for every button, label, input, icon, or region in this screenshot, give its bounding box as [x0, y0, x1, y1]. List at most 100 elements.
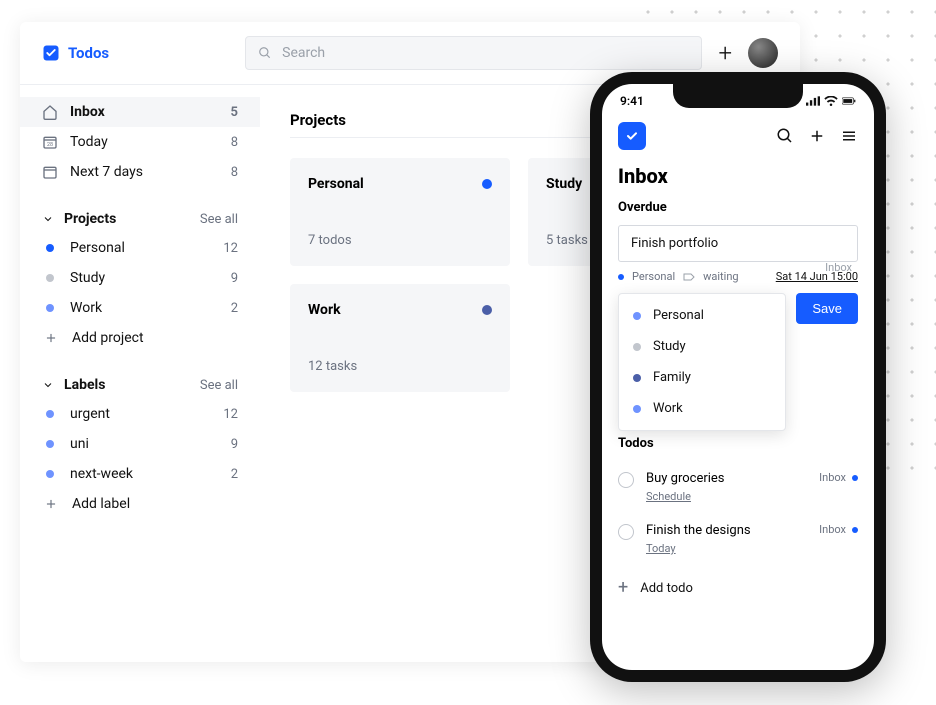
plus-icon[interactable]: [808, 127, 826, 145]
dropdown-dot: [633, 405, 641, 413]
card-title: Personal: [308, 176, 364, 192]
todo-input-value: Finish portfolio: [631, 236, 718, 251]
sidebar-label: Next 7 days: [70, 164, 143, 180]
label-icon: [683, 272, 695, 282]
sidebar-group-projects[interactable]: Projects See all: [20, 205, 260, 233]
app-name: Todos: [68, 44, 109, 62]
dropdown-dot: [633, 312, 641, 320]
chevron-down-icon: [42, 379, 54, 391]
sidebar-item-next7[interactable]: Next 7 days 8: [20, 157, 260, 187]
todo-project-tag: Inbox: [819, 471, 858, 484]
svg-text:28: 28: [47, 142, 53, 148]
todo-schedule[interactable]: Today: [646, 542, 807, 555]
project-count: 9: [231, 271, 238, 286]
project-card-work[interactable]: Work 12 tasks: [290, 284, 510, 392]
sidebar-label: Inbox: [70, 104, 105, 120]
sidebar-group-labels[interactable]: Labels See all: [20, 371, 260, 399]
sidebar-count: 8: [231, 165, 238, 180]
dropdown-dot: [633, 343, 641, 351]
status-time: 9:41: [620, 94, 644, 108]
project-card-personal[interactable]: Personal 7 todos: [290, 158, 510, 266]
plus-icon: +: [618, 579, 628, 597]
todo-meta-row: Personal waiting Sat 14 Jun 15:00: [618, 270, 858, 283]
todo-project-tag: Inbox: [819, 523, 858, 536]
label-text: urgent: [70, 406, 110, 422]
sidebar-label-nextweek[interactable]: next-week 2: [20, 459, 260, 489]
save-button[interactable]: Save: [796, 293, 858, 324]
label-count: 2: [231, 467, 238, 482]
todo-title-input[interactable]: Finish portfolio: [618, 225, 858, 262]
search-placeholder: Search: [282, 45, 325, 61]
add-project-label: Add project: [72, 330, 144, 346]
mobile-screen: 9:41 Inbox Overdue Finish portfolio: [602, 84, 874, 670]
project-dot: [46, 274, 54, 282]
add-project-button[interactable]: Add project: [20, 323, 260, 353]
search-icon: [258, 46, 272, 60]
tag-project[interactable]: Personal: [632, 270, 675, 283]
see-all-link[interactable]: See all: [200, 378, 238, 393]
project-dropdown: Personal Study Family Work: [618, 293, 786, 431]
plus-icon: [44, 497, 58, 511]
see-all-link[interactable]: See all: [200, 212, 238, 227]
mobile-page-title: Inbox: [618, 164, 858, 188]
project-label: Study: [70, 270, 105, 286]
sidebar-project-personal[interactable]: Personal 12: [20, 233, 260, 263]
search-input[interactable]: Search: [245, 36, 702, 70]
sidebar-label-urgent[interactable]: urgent 12: [20, 399, 260, 429]
todo-label: Buy groceries: [646, 471, 807, 486]
sidebar-project-work[interactable]: Work 2: [20, 293, 260, 323]
sidebar-project-study[interactable]: Study 9: [20, 263, 260, 293]
dropdown-label: Family: [653, 370, 691, 385]
overdue-heading: Overdue: [618, 200, 858, 215]
dropdown-item-work[interactable]: Work: [619, 393, 785, 424]
add-label-text: Add label: [72, 496, 130, 512]
sidebar: Inbox 5 28 Today 8 Next 7 days 8 Project…: [20, 85, 260, 662]
add-label-button[interactable]: Add label: [20, 489, 260, 519]
tag-label[interactable]: waiting: [703, 270, 738, 283]
dropdown-label: Work: [653, 401, 683, 416]
sidebar-count: 8: [231, 135, 238, 150]
label-dot: [46, 470, 54, 478]
mobile-logo[interactable]: [618, 122, 646, 150]
dropdown-label: Personal: [653, 308, 704, 323]
dropdown-item-study[interactable]: Study: [619, 331, 785, 362]
project-dot: [46, 304, 54, 312]
card-title: Work: [308, 302, 341, 318]
label-count: 9: [231, 437, 238, 452]
dropdown-dot: [633, 374, 641, 382]
todo-checkbox[interactable]: [618, 472, 634, 488]
label-dot: [46, 410, 54, 418]
todos-heading: Todos: [618, 436, 858, 451]
app-logo[interactable]: Todos: [42, 44, 109, 62]
add-todo-label: Add todo: [640, 581, 693, 596]
todo-item[interactable]: Finish the designs Today Inbox: [618, 513, 858, 565]
sidebar-item-today[interactable]: 28 Today 8: [20, 127, 260, 157]
card-dot: [482, 179, 492, 189]
todo-checkbox[interactable]: [618, 524, 634, 540]
label-dot: [46, 440, 54, 448]
search-icon[interactable]: [776, 127, 794, 145]
check-logo-icon: [624, 128, 640, 144]
todo-label: Finish the designs: [646, 523, 807, 538]
dropdown-item-family[interactable]: Family: [619, 362, 785, 393]
add-button[interactable]: +: [718, 39, 732, 67]
add-todo-button[interactable]: + Add todo: [618, 565, 858, 611]
card-dot: [482, 305, 492, 315]
sidebar-item-inbox[interactable]: Inbox 5: [20, 97, 260, 127]
todo-item[interactable]: Buy groceries Schedule Inbox: [618, 461, 858, 513]
user-avatar[interactable]: [748, 38, 778, 68]
mobile-device-frame: 9:41 Inbox Overdue Finish portfolio: [590, 72, 886, 682]
sidebar-label: Today: [70, 134, 108, 150]
sidebar-count: 5: [231, 105, 238, 120]
card-title: Study: [546, 176, 582, 192]
todo-schedule[interactable]: Schedule: [646, 490, 807, 503]
home-icon: [42, 104, 58, 120]
dropdown-label: Study: [653, 339, 686, 354]
menu-icon[interactable]: [840, 127, 858, 145]
project-label: Personal: [70, 240, 125, 256]
sidebar-label-uni[interactable]: uni 9: [20, 429, 260, 459]
label-text: uni: [70, 436, 89, 452]
dropdown-item-personal[interactable]: Personal: [619, 300, 785, 331]
card-subtitle: 7 todos: [308, 233, 492, 248]
label-text: next-week: [70, 466, 133, 482]
